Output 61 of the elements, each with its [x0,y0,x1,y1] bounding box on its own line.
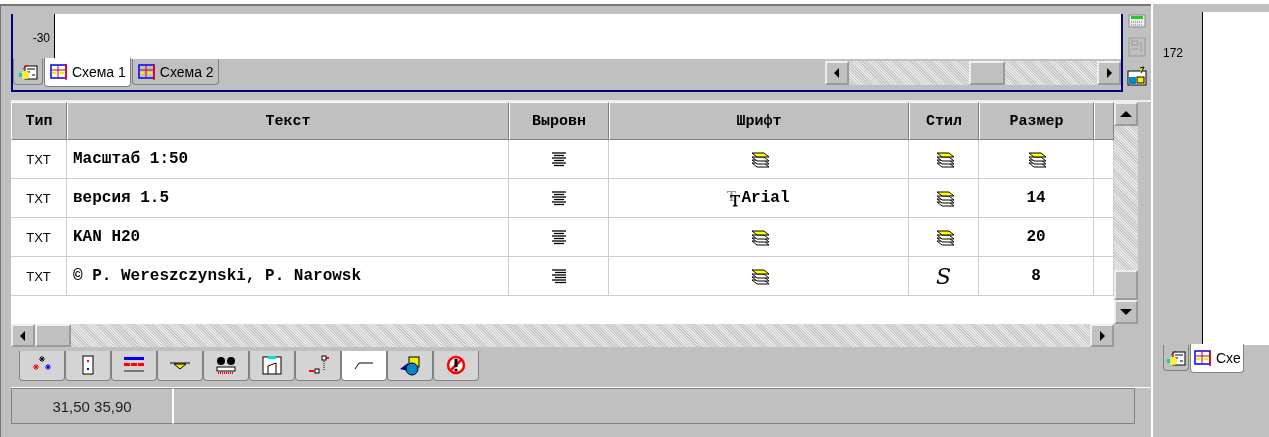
sheet-tab[interactable]: Схе [1190,344,1244,373]
table-cell: Масштаб 1:50 [73,150,189,168]
scrollbar-thumb[interactable] [1114,270,1138,300]
font-name: Arial [741,189,790,207]
table-cell: 8 [1031,267,1041,285]
column-header[interactable]: Шрифт [609,102,909,140]
table-cell: TXT [26,190,51,206]
ruler-label: -30 [32,31,50,45]
down-arrow-icon [1120,309,1132,315]
left-arrow-icon [834,68,840,78]
column-header[interactable]: Текст [67,102,509,140]
shapes-icon[interactable] [1127,66,1147,86]
column-header[interactable]: Тип [11,102,67,140]
right-arrow-icon [1099,330,1105,341]
scroll-left-button[interactable] [825,61,849,85]
scrollbar-thumb[interactable] [35,324,71,347]
tab[interactable] [13,59,43,85]
coordinates-readout: 31,50 35,90 [11,388,173,424]
scroll-left-button[interactable] [11,324,35,347]
table-cell: TXT [26,151,51,167]
table-cell: версия 1.5 [73,189,169,207]
warning-icon [444,354,468,377]
table-cell: KAN H20 [73,228,141,246]
column-header[interactable]: Стил [909,102,979,140]
left-arrow-icon [20,330,26,341]
scroll-down-button[interactable] [1114,300,1138,324]
font-icon [727,189,741,207]
ruler-label: 172 [1163,46,1184,60]
connector-icon [306,354,330,377]
italic-style-mark: S [935,263,952,289]
scroll-up-button[interactable] [1114,102,1138,126]
tool-tab[interactable] [387,351,433,381]
up-arrow-icon [1120,111,1132,117]
scheme-icon [49,63,68,81]
column-header[interactable] [1094,102,1114,140]
sheet-tab[interactable]: Схема 2 [131,59,219,85]
column-header[interactable]: Размер [979,102,1094,140]
scheme-icon [1193,349,1212,367]
horizontal-scrollbar[interactable] [11,324,1114,347]
column-header[interactable]: Выровн [509,102,609,140]
right-arrow-icon [1106,68,1112,78]
frame-icon [260,354,284,377]
horizontal-scrollbar[interactable] [825,61,1121,85]
table-cell: 20 [1026,228,1046,246]
scroll-right-button[interactable] [1097,61,1121,85]
shapes-icon [398,354,422,377]
scheme-icon [136,62,156,81]
table-cell: TXT [26,268,51,284]
scrollbar-thumb[interactable] [969,61,1005,85]
visualization-icon [18,62,38,81]
table-cell: TXT [26,229,51,245]
table-cell: © P. Wereszczynski, P. Narowsk [73,267,362,285]
table-cell: 14 [1026,189,1046,207]
tool-tab[interactable] [203,351,249,381]
visualization-icon [1166,348,1186,367]
vertical-scrollbar[interactable] [1114,102,1138,324]
machine-icon [214,354,238,377]
scroll-right-button[interactable] [1090,324,1114,347]
tab[interactable] [1163,345,1189,371]
label-icon [354,361,374,370]
sheet-tab[interactable]: Схема 1 [44,58,131,87]
